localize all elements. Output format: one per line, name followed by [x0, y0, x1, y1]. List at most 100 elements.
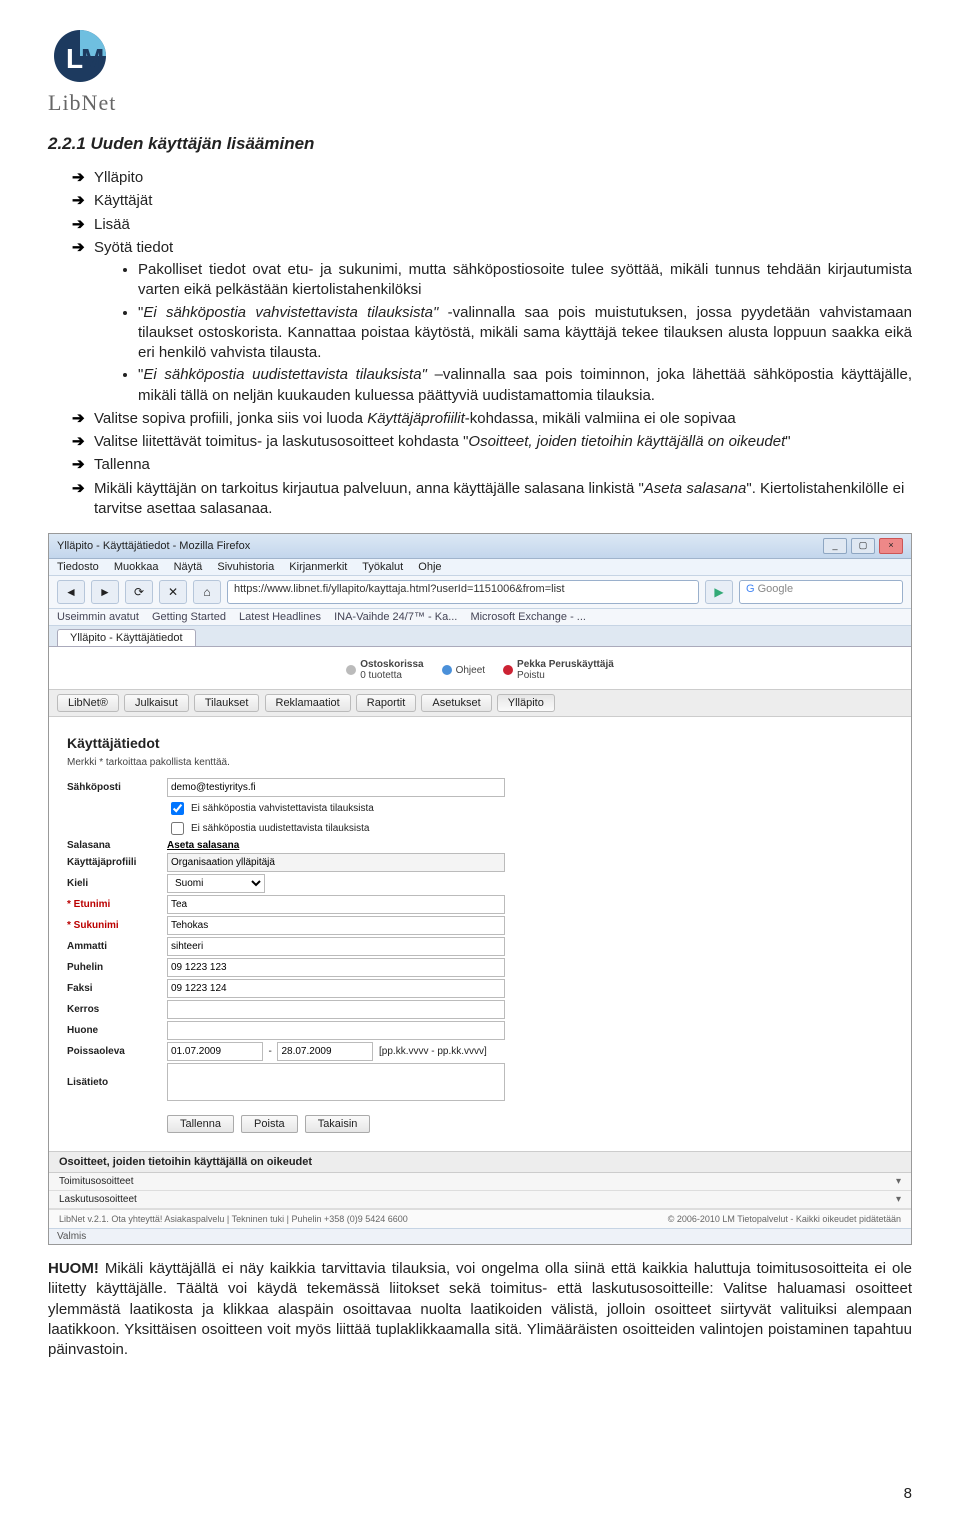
label-password: Salasana [67, 840, 167, 851]
bookmark-item[interactable]: Latest Headlines [239, 611, 321, 623]
label-last: * Sukunimi [67, 920, 167, 931]
step-syota-tiedot: Syötä tiedot Pakolliset tiedot ovat etu-… [72, 238, 912, 406]
label-profile: Käyttäjäprofiili [67, 857, 167, 868]
occ-field[interactable] [167, 937, 505, 956]
menu-bookmarks[interactable]: Kirjanmerkit [289, 561, 347, 573]
back-icon[interactable]: ◄ [57, 580, 85, 604]
floor-field[interactable] [167, 1000, 505, 1019]
extra-field[interactable] [167, 1063, 505, 1101]
browser-bookmarks-bar: Useimmin avatut Getting Started Latest H… [49, 609, 911, 626]
stop-icon[interactable]: ✕ [159, 580, 187, 604]
browser-titlebar: Ylläpito - Käyttäjätiedot - Mozilla Fire… [49, 534, 911, 559]
nav-asetukset[interactable]: Asetukset [421, 694, 491, 712]
label-extra: Lisätieto [67, 1077, 167, 1088]
step-kayttajat: Käyttäjät [72, 191, 912, 211]
label-lang: Kieli [67, 878, 167, 889]
bookmark-item[interactable]: INA-Vaihde 24/7™ - Ka... [334, 611, 457, 623]
row-chk2: Ei sähköpostia uudistettavista tilauksis… [167, 819, 893, 838]
row-password: Salasana Aseta salasana [67, 840, 893, 851]
nav-libnet[interactable]: LibNet® [57, 694, 119, 712]
delete-button[interactable]: Poista [241, 1115, 298, 1133]
nav-tilaukset[interactable]: Tilaukset [194, 694, 260, 712]
go-icon[interactable]: ▶ [705, 580, 733, 604]
page-number: 8 [904, 1485, 912, 1502]
row-last: * Sukunimi [67, 916, 893, 935]
app-footer: LibNet v.2.1. Ota yhteyttä! Asiakaspalve… [49, 1209, 911, 1228]
row-fax: Faksi [67, 979, 893, 998]
label-away: Poissaoleva [67, 1046, 167, 1057]
app-area: Ostoskorissa0 tuotetta Ohjeet Pekka Peru… [49, 647, 911, 1228]
save-button[interactable]: Tallenna [167, 1115, 234, 1133]
accordion-bill[interactable]: Laskutusosoitteet▾ [49, 1191, 911, 1209]
bookmark-item[interactable]: Getting Started [152, 611, 226, 623]
forward-icon[interactable]: ► [91, 580, 119, 604]
label-first: * Etunimi [67, 899, 167, 910]
menu-edit[interactable]: Muokkaa [114, 561, 159, 573]
step-lisaa: Lisää [72, 215, 912, 235]
logo-icon: L M [48, 24, 112, 88]
close-button[interactable]: × [879, 538, 903, 554]
menu-help[interactable]: Ohje [418, 561, 441, 573]
row-room: Huone [67, 1021, 893, 1040]
chk-no-renew-mail[interactable] [171, 822, 184, 835]
note-paragraph: HUOM! Mikäli käyttäjällä ei näy kaikkia … [48, 1259, 912, 1360]
tel-field[interactable] [167, 958, 505, 977]
home-icon[interactable]: ⌂ [193, 580, 221, 604]
search-box[interactable]: G Google [739, 580, 903, 604]
menu-tools[interactable]: Työkalut [362, 561, 403, 573]
chevron-down-icon: ▾ [896, 1176, 901, 1187]
row-floor: Kerros [67, 1000, 893, 1019]
back-button[interactable]: Takaisin [305, 1115, 371, 1133]
away-from-field[interactable] [167, 1042, 263, 1061]
menu-view[interactable]: Näytä [174, 561, 203, 573]
menu-history[interactable]: Sivuhistoria [217, 561, 274, 573]
steps-list: Ylläpito Käyttäjät Lisää Syötä tiedot Pa… [48, 168, 912, 519]
help-chip[interactable]: Ohjeet [442, 659, 485, 681]
note-text: Mikäli käyttäjällä ei näy kaikkia tarvit… [48, 1260, 912, 1358]
lang-select[interactable]: Suomi [167, 874, 265, 893]
sub-bullets: Pakolliset tiedot ovat etu- ja sukunimi,… [94, 260, 912, 406]
profile-field[interactable] [167, 853, 505, 872]
row-chk1: Ei sähköpostia vahvistettavista tilauksi… [167, 799, 893, 818]
email-field[interactable] [167, 778, 505, 797]
fax-field[interactable] [167, 979, 505, 998]
accordion-addresses[interactable]: Osoitteet, joiden tietoihin käyttäjällä … [49, 1151, 911, 1173]
nav-yllapito[interactable]: Ylläpito [497, 694, 555, 712]
nav-julkaisut[interactable]: Julkaisut [124, 694, 189, 712]
logo-block: L M LibNet [48, 24, 912, 116]
row-email: Sähköposti [67, 778, 893, 797]
label-floor: Kerros [67, 1004, 167, 1015]
browser-tab[interactable]: Ylläpito - Käyttäjätiedot [57, 629, 196, 646]
first-field[interactable] [167, 895, 505, 914]
room-field[interactable] [167, 1021, 505, 1040]
maximize-button[interactable]: ▢ [851, 538, 875, 554]
row-lang: Kieli Suomi [67, 874, 893, 893]
cart-chip[interactable]: Ostoskorissa0 tuotetta [346, 659, 423, 681]
browser-statusbar: Valmis [49, 1228, 911, 1244]
bullet-no-confirm-mail: "Ei sähköpostia vahvistettavista tilauks… [138, 303, 912, 364]
step-yllapito: Ylläpito [72, 168, 912, 188]
bookmarks-label: Useimmin avatut [57, 611, 139, 623]
step-profile: Valitse sopiva profiili, jonka siis voi … [72, 409, 912, 429]
label-fax: Faksi [67, 983, 167, 994]
menu-file[interactable]: Tiedosto [57, 561, 99, 573]
chk-no-confirm-mail[interactable] [171, 802, 184, 815]
nav-reklamaatiot[interactable]: Reklamaatiot [265, 694, 351, 712]
last-field[interactable] [167, 916, 505, 935]
minimize-button[interactable]: _ [823, 538, 847, 554]
user-chip[interactable]: Pekka PeruskäyttäjäPoistu [503, 659, 614, 681]
reload-icon[interactable]: ⟳ [125, 580, 153, 604]
url-bar[interactable]: https://www.libnet.fi/yllapito/kayttaja.… [227, 580, 699, 604]
set-password-link[interactable]: Aseta salasana [167, 840, 239, 851]
logout-icon [503, 665, 513, 675]
chk-no-confirm-mail-label: Ei sähköpostia vahvistettavista tilauksi… [191, 803, 374, 814]
form-buttons: Tallenna Poista Takaisin [167, 1115, 893, 1133]
away-to-field[interactable] [277, 1042, 373, 1061]
nav-raportit[interactable]: Raportit [356, 694, 417, 712]
row-extra: Lisätieto [67, 1063, 893, 1101]
step-password: Mikäli käyttäjän on tarkoitus kirjautua … [72, 479, 912, 520]
app-content: Käyttäjätiedot Merkki * tarkoittaa pakol… [49, 717, 911, 1151]
bookmark-item[interactable]: Microsoft Exchange - ... [470, 611, 586, 623]
accordion-ship[interactable]: Toimitusosoitteet▾ [49, 1173, 911, 1191]
row-first: * Etunimi [67, 895, 893, 914]
